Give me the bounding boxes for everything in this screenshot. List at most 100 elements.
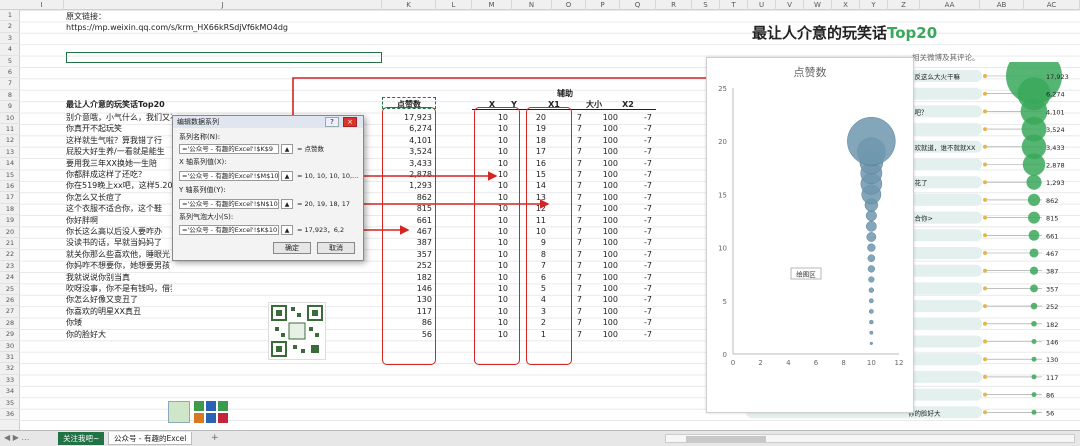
panel-row-value: 815	[1046, 215, 1058, 223]
chart-canvas[interactable]: 点赞数 0 2 4 6 8 10 12 0 5 10 15 20 25 绘图区	[707, 58, 913, 412]
panel-dot	[983, 321, 987, 326]
panel-row-value: 17,923	[1046, 73, 1069, 81]
panel-dot	[983, 357, 987, 362]
x-values-label: X 轴系列值(X):	[179, 158, 227, 166]
panel-bubble	[1027, 193, 1041, 207]
close-button[interactable]: ×	[343, 117, 357, 127]
panel-dot	[983, 144, 987, 149]
range-picker-icon[interactable]: ▲	[281, 171, 293, 181]
bubble-point	[868, 287, 875, 293]
tab-follow-me[interactable]: 关注我吧~	[58, 432, 105, 445]
spreadsheet[interactable]: I J K L M N O P Q R S T U V W X Y Z AA AB AC 1 2 3 4 5 6 7 8 9 10 11 12…	[0, 0, 1080, 446]
bubble-chart[interactable]: 点赞数 0 2 4 6 8 10 12 0 5 10 15 20 25 绘图区	[706, 57, 914, 413]
bubble-point	[847, 116, 896, 166]
x-tick-label: 8	[841, 359, 845, 367]
x-values-input[interactable]: ='公众号 - 有趣的Excel'!$M$10:	[179, 171, 279, 181]
x-tick-label: 4	[786, 359, 791, 367]
chart-title: 点赞数	[794, 66, 827, 79]
y-tick-label: 20	[718, 138, 727, 146]
x-tick-label: 10	[867, 359, 876, 367]
document-icon	[194, 413, 204, 423]
bubble-size-input[interactable]: ='公众号 - 有趣的Excel'!$K$10:	[179, 225, 279, 235]
user-icon	[218, 401, 228, 411]
range-picker-icon[interactable]: ▲	[281, 199, 293, 209]
arrow-series-name	[292, 73, 752, 117]
scrollbar-thumb[interactable]	[686, 436, 766, 442]
series-name-result: = 点赞数	[297, 145, 325, 153]
panel-title-accent: Top20	[887, 24, 938, 42]
bubble-point	[868, 298, 874, 304]
panel-dot	[983, 304, 987, 309]
ok-button[interactable]: 确定	[273, 242, 311, 254]
help-button[interactable]: ?	[325, 117, 339, 127]
y-tick-label: 25	[718, 85, 727, 93]
panel-row-value: 130	[1046, 356, 1058, 364]
panel-row-value: 146	[1046, 339, 1058, 347]
panel-dot	[983, 286, 987, 291]
chart-icon	[206, 401, 216, 411]
series-name-input[interactable]: ='公众号 - 有趣的Excel'!$K$9	[179, 144, 279, 154]
bubble-point	[869, 309, 874, 314]
bubble-point	[865, 220, 877, 232]
range-picker-icon[interactable]: ▲	[281, 225, 293, 235]
panel-dot	[983, 180, 987, 185]
moon-icon	[206, 413, 216, 423]
bubble-point	[869, 319, 874, 325]
panel-bubble	[1029, 248, 1039, 258]
cancel-button[interactable]: 取消	[317, 242, 355, 254]
panel-row-value: 467	[1046, 250, 1058, 258]
panel-row-value: 3,433	[1046, 144, 1065, 152]
panel-dot	[983, 197, 987, 202]
panel-dot	[983, 374, 987, 379]
range-picker-icon[interactable]: ▲	[281, 144, 293, 154]
x-tick-label: 6	[814, 359, 819, 367]
panel-row-value: 1,293	[1046, 179, 1065, 187]
edit-series-dialog[interactable]: 编辑数据系列 ? × 系列名称(N): ='公众号 - 有趣的Excel'!$K…	[172, 115, 364, 261]
tab-nav-icon[interactable]: ◀ ▶ …	[4, 433, 29, 442]
panel-row-value: 252	[1046, 303, 1058, 311]
y-values-label: Y 轴系列值(Y):	[179, 186, 226, 194]
panel-dot	[983, 109, 987, 114]
bubble-point	[867, 254, 876, 263]
panel-row-value: 117	[1046, 374, 1058, 382]
panel-bubble	[1031, 338, 1037, 345]
y-tick-label: 0	[723, 351, 727, 359]
panel-dot	[983, 339, 987, 344]
panel-dot	[983, 251, 987, 255]
tab-fun-excel[interactable]: 公众号 - 有趣的Excel	[108, 432, 193, 445]
panel-dot	[983, 410, 987, 415]
y-tick-label: 10	[718, 245, 727, 253]
panel-row-value: 3,524	[1046, 126, 1065, 134]
bubble-point	[865, 210, 877, 222]
x-tick-label: 0	[731, 359, 735, 367]
panel-bubble	[1031, 374, 1037, 380]
panel-bubble	[1028, 229, 1040, 241]
bubble-point	[868, 276, 875, 283]
panel-bubble	[1030, 284, 1038, 293]
panel-row-value: 6,274	[1046, 91, 1065, 99]
y-tick-label: 5	[723, 298, 727, 306]
add-sheet-button[interactable]: +	[206, 432, 224, 445]
panel-row-value: 862	[1046, 197, 1058, 205]
panel-dot	[983, 268, 987, 273]
bubble-size-result: = 17,923，6,2	[297, 226, 345, 234]
panel-dot	[983, 233, 987, 238]
bubble-point	[867, 265, 875, 273]
bubble-point	[867, 243, 876, 252]
panel-bubble	[1026, 174, 1042, 190]
panel-bubble	[1029, 266, 1039, 275]
bubble-size-label: 系列气泡大小(S):	[179, 213, 234, 221]
panel-row-label: 友反这么大火干嘛	[908, 72, 961, 81]
x-values-result: = 10, 10, 10, 10,...	[297, 172, 359, 180]
icon-strip	[168, 401, 242, 423]
y-values-result: = 20, 19, 18, 17	[297, 200, 350, 208]
horizontal-scrollbar[interactable]	[665, 434, 1075, 443]
panel-bubble	[1031, 392, 1037, 398]
share-icon	[218, 413, 228, 423]
panel-bubble	[1031, 320, 1037, 327]
photo-icon	[168, 401, 190, 423]
panel-row-value: 661	[1046, 232, 1058, 240]
y-values-input[interactable]: ='公众号 - 有趣的Excel'!$N$10:	[179, 199, 279, 209]
panel-bubble	[1031, 409, 1037, 415]
panel-dot	[983, 215, 987, 220]
